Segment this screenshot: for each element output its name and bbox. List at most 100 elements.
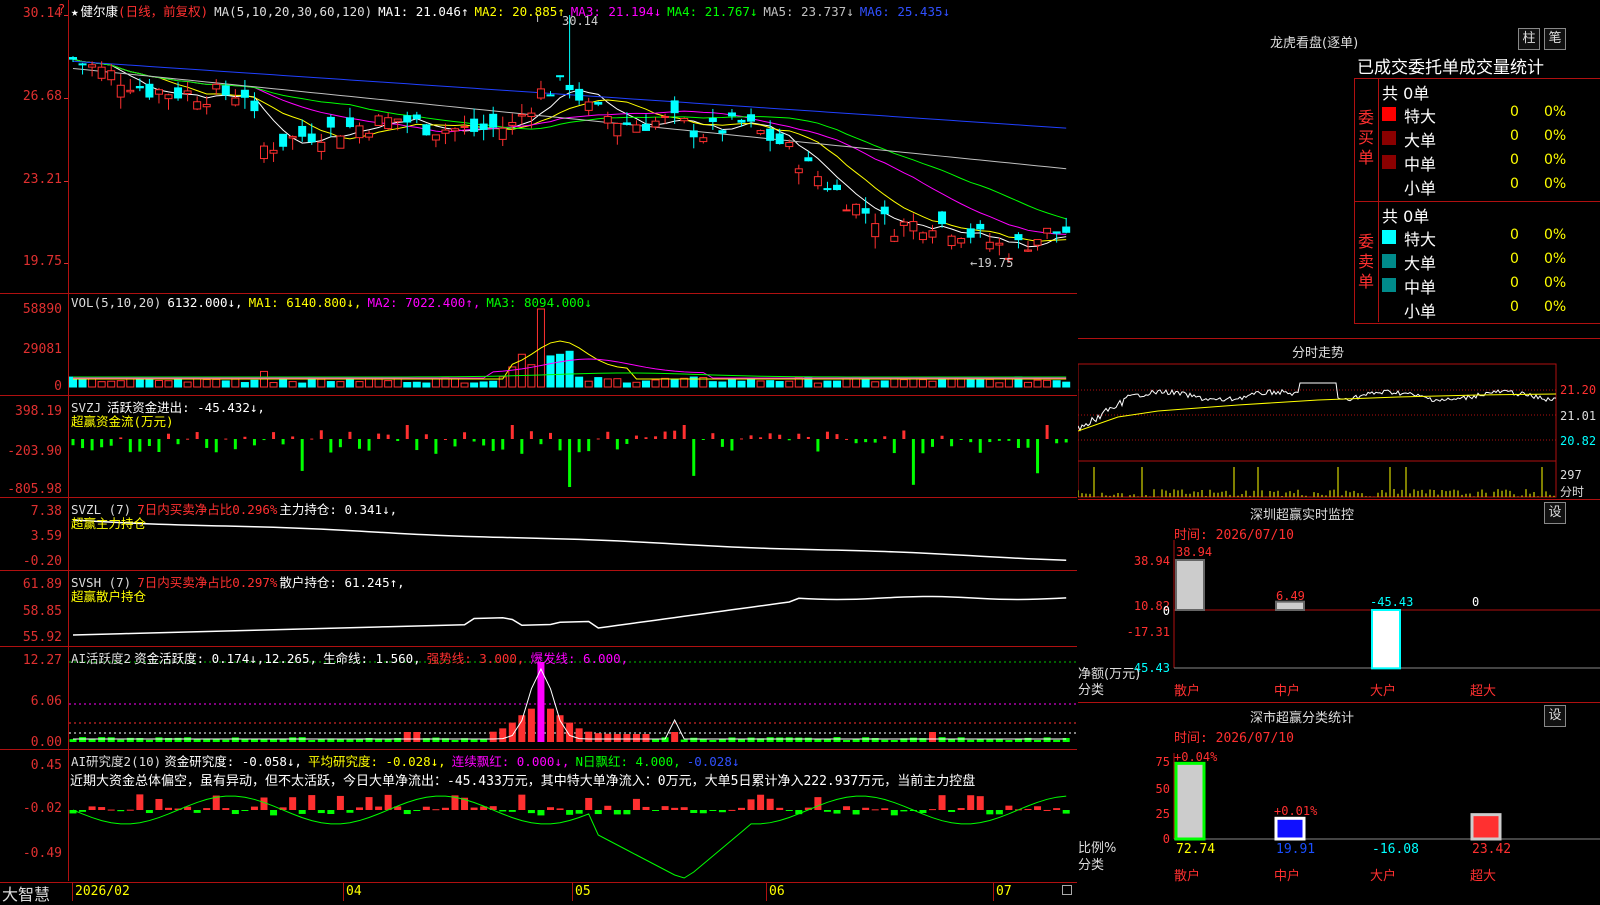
flow-bar <box>319 430 323 439</box>
candle <box>240 89 249 98</box>
candle <box>804 157 813 162</box>
intraday-panel[interactable]: 分时走势 21.20 21.01 20.82 297 分时 <box>1078 339 1600 500</box>
longhu-row: 中单 0 0% <box>1382 151 1597 174</box>
corner-marker[interactable]: ? <box>58 2 65 16</box>
ratio-chart[interactable]: 75 50 25 0 +0.04% +0.01% 72.74 19.91 -16.08 23.42… <box>1078 703 1600 900</box>
activity-bar <box>155 737 163 742</box>
flow-bar <box>252 439 256 446</box>
y-axis-label: 净额(万元) <box>1078 667 1140 682</box>
candle <box>441 129 450 134</box>
activity-bar <box>613 733 621 742</box>
candle <box>823 188 832 191</box>
research-bar <box>862 807 870 810</box>
ytick: 0 <box>54 379 62 394</box>
flow-bar <box>663 431 667 439</box>
research-bar <box>738 807 745 810</box>
ai2-cont: 连续飘红: 0.000↓, <box>451 754 570 769</box>
candle <box>135 85 144 89</box>
candle <box>947 235 956 247</box>
research-bar <box>547 807 554 810</box>
lock-icon[interactable] <box>1062 885 1072 895</box>
research-bar <box>79 810 87 812</box>
row-percent: 0% <box>1544 299 1567 315</box>
bar-mode-button[interactable]: 柱 <box>1518 28 1540 50</box>
volume-bar <box>1043 379 1052 388</box>
volume-bar <box>766 380 775 388</box>
volume-bar <box>603 378 612 388</box>
net-bar <box>1175 559 1205 611</box>
flow-bar <box>377 433 381 439</box>
volume-bar <box>833 380 841 388</box>
row-label: 中单 <box>1404 278 1437 297</box>
candlestick-chart[interactable] <box>69 0 1077 293</box>
volume-bar <box>966 377 975 388</box>
research-bar <box>642 806 650 810</box>
candle <box>183 90 192 94</box>
color-swatch <box>1382 179 1396 193</box>
research-bar <box>145 810 153 814</box>
research-bar <box>470 807 478 810</box>
activity-bar <box>1043 737 1051 742</box>
flow-bar <box>759 437 763 439</box>
ratio-bar <box>1274 816 1306 841</box>
longhu-row: 小单 0 0% <box>1382 298 1597 321</box>
research-bar <box>566 810 574 815</box>
avg-line <box>1078 393 1557 432</box>
ai-activity-pane[interactable]: 12.27 6.06 0.00 AI活跃度2 资金活跃度: 0.174↓,12.2… <box>0 647 1077 750</box>
research-bar <box>699 810 707 814</box>
svzj-pane[interactable]: 398.19 -203.90 -805.98 SVZJ 活跃资金进出: -45.4… <box>0 396 1077 498</box>
candle <box>97 66 106 79</box>
candle <box>556 75 565 78</box>
activity-bar <box>145 739 153 742</box>
volume-pane[interactable]: 58890 29081 0 VOL(5,10,20) 6132.000↓, MA1:… <box>0 294 1077 396</box>
ytick: 0 <box>1163 832 1170 846</box>
research-bar <box>222 808 230 810</box>
date-label: 05 <box>575 884 591 899</box>
flow-bar <box>367 439 371 451</box>
flow-bar <box>950 439 954 447</box>
volume-bar <box>470 382 479 388</box>
pen-mode-button[interactable]: 笔 <box>1544 28 1566 50</box>
ai2-last: -0.028↓ <box>686 754 740 769</box>
svzl-pane[interactable]: 7.38 3.59 -0.20 SVZL (7) 7日内买卖净占比0.296% 主力… <box>0 498 1077 571</box>
flow-bar <box>348 431 352 439</box>
candle <box>852 203 861 216</box>
intraday-price: 21.20 <box>1560 383 1597 397</box>
star-icon[interactable]: ★ <box>71 4 79 19</box>
candle <box>174 87 183 99</box>
candle <box>307 133 316 143</box>
ai-research-pane[interactable]: 0.45 -0.02 -0.49 AI研究度2(10) 资金研究度: -0.058… <box>0 750 1077 881</box>
research-bar <box>881 808 889 810</box>
row-label: 小单 <box>1404 179 1437 198</box>
row-count: 0 <box>1510 176 1519 192</box>
net-amount-chart[interactable]: 38.9410.820-17.31-45.4338.946.49 -45.43 0净… <box>1078 500 1600 702</box>
flow-bar <box>606 431 610 439</box>
candle <box>116 84 125 98</box>
ytick: 30.14 <box>22 6 62 21</box>
candle <box>594 101 603 105</box>
activity-bar <box>499 728 507 742</box>
candle <box>78 63 87 66</box>
svsh-pane[interactable]: 61.89 58.85 55.92 SVSH (7) 7日内买卖净占比0.297%… <box>0 571 1077 647</box>
category-label: 大户 <box>1370 683 1396 699</box>
color-swatch <box>1382 131 1396 145</box>
price-pane[interactable]: 30.14 26.68 23.21 19.75 ? ★ 健尔康(日线，前复权) MA… <box>0 0 1077 294</box>
research-bar <box>250 806 258 810</box>
volume-bar <box>880 380 889 388</box>
volume-bar <box>221 380 230 388</box>
volume-bar <box>116 380 125 388</box>
row-label: 中单 <box>1404 155 1437 174</box>
volume-bar <box>813 382 822 388</box>
intraday-chart[interactable] <box>1078 361 1600 499</box>
chart-area[interactable]: 30.14 26.68 23.21 19.75 ? ★ 健尔康(日线，前复权) MA… <box>0 0 1077 904</box>
ytick: -805.98 <box>7 482 62 497</box>
ytick: 0.45 <box>30 758 62 773</box>
period-label[interactable]: (日线，前复权) <box>118 4 208 19</box>
candle <box>918 232 927 241</box>
candle <box>1043 227 1052 234</box>
volume-bar <box>326 381 335 388</box>
research-bar <box>298 810 306 814</box>
svzj-sub: 超赢资金流(万元) <box>71 414 174 429</box>
volume-bar <box>412 381 421 388</box>
volume-bar <box>661 377 670 388</box>
